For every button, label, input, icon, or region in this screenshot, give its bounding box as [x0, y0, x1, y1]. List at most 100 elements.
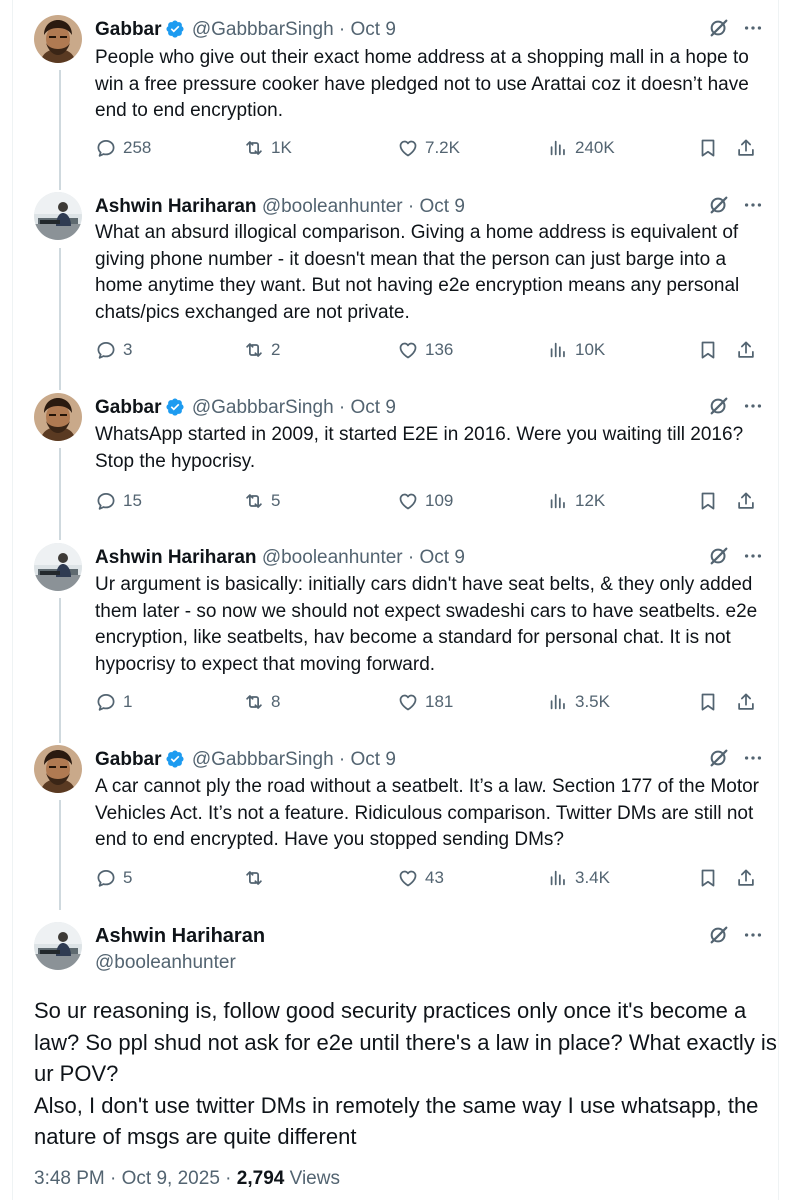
author-handle[interactable]: @GabbbarSingh [192, 19, 334, 40]
tweet[interactable]: Ashwin Hariharan @booleanhunter · Oct 9 … [34, 543, 774, 723]
author-handle[interactable]: @booleanhunter [262, 196, 403, 217]
action-bar: 15 5 109 12K [95, 490, 791, 516]
tweet-time[interactable]: 3:48 PM [34, 1168, 105, 1189]
tweet-menu [708, 194, 764, 216]
share-button[interactable] [735, 691, 757, 713]
bookmark-icon [701, 492, 715, 510]
grok-icon[interactable] [708, 924, 730, 946]
author-handle[interactable]: @booleanhunter [262, 547, 403, 568]
reply-button[interactable]: 5 [95, 867, 132, 889]
bookmark-button[interactable] [697, 137, 719, 159]
tweet-text: Ur argument is basically: initially cars… [95, 574, 758, 675]
author-handle[interactable]: @GabbbarSingh [192, 397, 334, 418]
repost-icon [246, 871, 262, 885]
repost-button[interactable] [243, 867, 271, 889]
repost-button[interactable]: 2 [243, 339, 280, 361]
main-tweet-header: Ashwin Hariharan @booleanhunter [34, 922, 774, 982]
tweet-date[interactable]: Oct 9 [420, 547, 465, 568]
like-button[interactable]: 136 [397, 339, 453, 361]
author-name[interactable]: Ashwin Hariharan [95, 547, 257, 568]
repost-icon [246, 695, 262, 709]
share-button[interactable] [735, 137, 757, 159]
author-handle[interactable]: @booleanhunter [95, 952, 236, 974]
grok-icon[interactable] [708, 747, 730, 769]
more-icon[interactable] [742, 395, 764, 417]
repost-button[interactable]: 1K [243, 137, 292, 159]
grok-icon[interactable] [708, 194, 730, 216]
more-icon[interactable] [742, 924, 764, 946]
more-icon[interactable] [742, 17, 764, 39]
grok-icon[interactable] [708, 395, 730, 417]
repost-icon [246, 141, 262, 155]
views-count: 240K [575, 138, 615, 157]
author-handle[interactable]: @GabbbarSingh [192, 749, 334, 770]
separator: · [338, 19, 346, 40]
tweet-menu [708, 747, 764, 769]
tweet-header: Gabbar @GabbbarSingh · Oct 9 [95, 749, 396, 771]
tweet-header: Gabbar @GabbbarSingh · Oct 9 [95, 397, 396, 419]
tweet[interactable]: Gabbar @GabbbarSingh · Oct 9 A car canno… [34, 745, 774, 900]
separator: · [338, 749, 346, 770]
tweet-date[interactable]: Oct 9 [351, 749, 396, 770]
views-button[interactable]: 3.4K [547, 867, 610, 889]
bookmark-button[interactable] [697, 867, 719, 889]
like-icon [399, 140, 417, 157]
reply-button[interactable]: 15 [95, 490, 142, 512]
share-button[interactable] [735, 867, 757, 889]
bookmark-button[interactable] [697, 490, 719, 512]
avatar[interactable] [34, 15, 82, 63]
share-button[interactable] [735, 339, 757, 361]
views-button[interactable]: 10K [547, 339, 605, 361]
more-icon[interactable] [742, 194, 764, 216]
tweet-date[interactable]: Oct 9 [351, 397, 396, 418]
like-button[interactable]: 43 [397, 867, 444, 889]
author-name[interactable]: Gabbar [95, 397, 162, 418]
repost-icon [246, 343, 262, 357]
views-count: 3.4K [575, 868, 610, 887]
tweet-date[interactable]: Oct 9 [420, 196, 465, 217]
like-count: 7.2K [425, 138, 460, 157]
share-icon [738, 341, 754, 358]
tweet[interactable]: Gabbar @GabbbarSingh · Oct 9 People who … [34, 15, 774, 165]
grok-icon[interactable] [708, 17, 730, 39]
grok-icon[interactable] [708, 545, 730, 567]
like-count: 181 [425, 692, 454, 711]
tweet-menu [708, 395, 764, 417]
reply-button[interactable]: 258 [95, 137, 151, 159]
reply-count: 3 [123, 340, 133, 359]
avatar[interactable] [34, 745, 82, 793]
tweet-full-date[interactable]: Oct 9, 2025 [122, 1168, 220, 1189]
reply-button[interactable]: 1 [95, 691, 132, 713]
repost-button[interactable]: 8 [243, 691, 280, 713]
tweet-date[interactable]: Oct 9 [351, 19, 396, 40]
bookmark-button[interactable] [697, 339, 719, 361]
avatar[interactable] [34, 192, 82, 240]
avatar[interactable] [34, 922, 82, 970]
bookmark-button[interactable] [697, 691, 719, 713]
like-button[interactable]: 109 [397, 490, 453, 512]
views-button[interactable]: 3.5K [547, 691, 610, 713]
views-button[interactable]: 240K [547, 137, 615, 159]
repost-button[interactable]: 5 [243, 490, 280, 512]
tweet[interactable]: Ashwin Hariharan @booleanhunter · Oct 9 … [34, 192, 774, 372]
reply-button[interactable]: 3 [95, 339, 132, 361]
author-name[interactable]: Gabbar [95, 19, 162, 40]
avatar[interactable] [34, 393, 82, 441]
author-name[interactable]: Ashwin Hariharan [95, 196, 257, 217]
more-icon[interactable] [742, 545, 764, 567]
tweet[interactable]: Gabbar @GabbbarSingh · Oct 9 WhatsApp st… [34, 393, 774, 523]
like-button[interactable]: 7.2K [397, 137, 460, 159]
repost-count: 8 [271, 692, 281, 711]
more-icon[interactable] [742, 747, 764, 769]
verified-badge-icon [165, 750, 184, 768]
separator: · [338, 397, 346, 418]
avatar[interactable] [34, 543, 82, 591]
share-button[interactable] [735, 490, 757, 512]
views-button[interactable]: 12K [547, 490, 605, 512]
verified-badge-icon [165, 20, 184, 38]
reply-icon [97, 869, 115, 887]
author-name[interactable]: Ashwin Hariharan [95, 925, 265, 947]
reply-count: 15 [123, 491, 142, 510]
author-name[interactable]: Gabbar [95, 749, 162, 770]
like-button[interactable]: 181 [397, 691, 453, 713]
